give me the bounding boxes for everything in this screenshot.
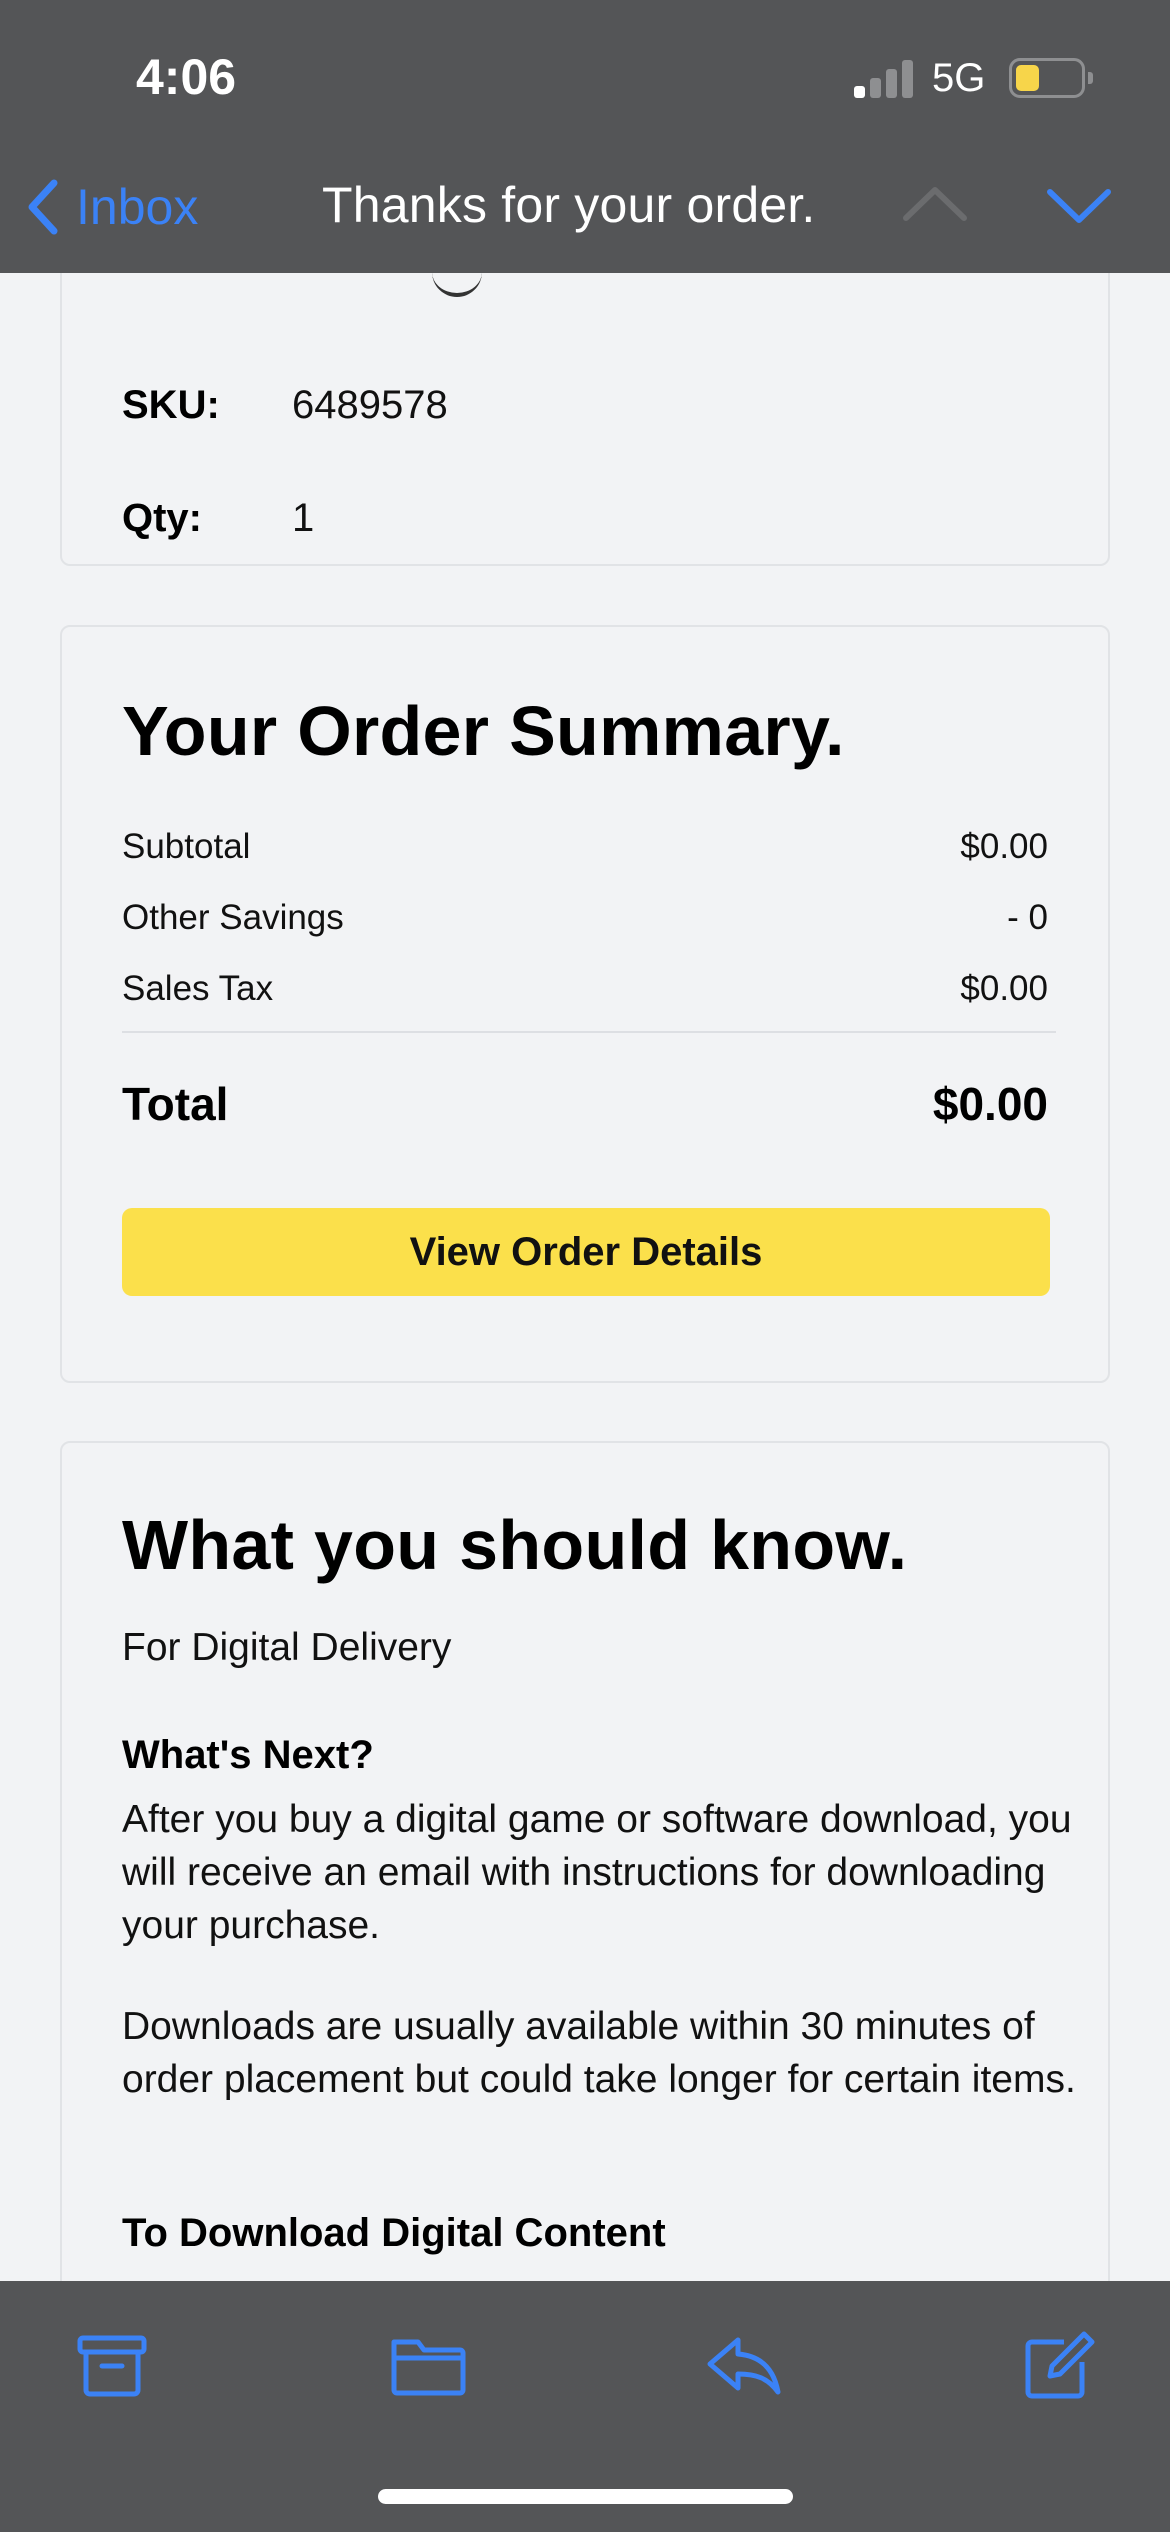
battery-low-icon	[1009, 58, 1093, 98]
what-you-should-know-card: What you should know. For Digital Delive…	[60, 1441, 1110, 2281]
reply-icon	[704, 2337, 784, 2404]
home-indicator[interactable]	[378, 2489, 793, 2504]
archive-icon	[72, 2335, 152, 2404]
move-to-folder-button[interactable]	[388, 2330, 468, 2400]
sales-tax-label: Sales Tax	[122, 969, 274, 1008]
view-order-details-button[interactable]: View Order Details	[122, 1208, 1050, 1296]
network-type: 5G	[932, 56, 986, 100]
qty-value: 1	[292, 496, 315, 540]
qty-label: Qty:	[122, 496, 202, 540]
order-summary-heading: Your Order Summary.	[122, 692, 845, 770]
cellular-signal-icon	[854, 58, 916, 98]
subtotal-value: $0.00	[960, 827, 1048, 866]
sku-value: 6489578	[292, 383, 448, 427]
email-body[interactable]: SKU: 6489578 Qty: 1 Your Order Summary. …	[0, 273, 1170, 2281]
status-time: 4:06	[136, 49, 237, 105]
subtotal-label: Subtotal	[122, 827, 251, 866]
total-label: Total	[122, 1078, 229, 1130]
whats-next-heading: What's Next?	[122, 1733, 374, 1777]
summary-divider	[122, 1031, 1056, 1033]
chevron-left-icon	[22, 177, 62, 237]
top-bar: 4:06 5G Inbox Thanks for your order.	[0, 0, 1170, 273]
next-message-button[interactable]	[1044, 180, 1114, 230]
compose-icon	[1020, 2331, 1100, 2404]
other-savings-label: Other Savings	[122, 898, 344, 937]
reply-button[interactable]	[704, 2330, 784, 2400]
compose-button[interactable]	[1020, 2330, 1100, 2400]
chevron-up-icon	[900, 187, 970, 234]
previous-message-button[interactable]	[900, 180, 970, 230]
back-to-inbox-button[interactable]: Inbox	[22, 172, 198, 242]
what-you-should-know-heading: What you should know.	[122, 1506, 908, 1584]
other-savings-value: - 0	[1007, 898, 1048, 937]
total-value: $0.00	[932, 1078, 1048, 1130]
message-subject: Thanks for your order.	[322, 177, 816, 233]
chevron-down-icon	[1044, 189, 1114, 234]
sales-tax-value: $0.00	[960, 969, 1048, 1008]
back-label: Inbox	[76, 179, 199, 235]
order-summary-card: Your Order Summary. Subtotal $0.00 Other…	[60, 625, 1110, 1383]
digital-delivery-intro: For Digital Delivery	[122, 1626, 452, 1669]
cropped-text-fragment	[432, 273, 482, 297]
sku-label: SKU:	[122, 383, 220, 427]
folder-icon	[388, 2339, 468, 2404]
download-timing-paragraph: Downloads are usually available within 3…	[122, 2005, 1076, 2101]
product-details-card: SKU: 6489578 Qty: 1	[60, 273, 1110, 566]
whats-next-paragraph: After you buy a digital game or software…	[122, 1798, 1072, 1947]
download-digital-content-heading: To Download Digital Content	[122, 2211, 666, 2255]
archive-button[interactable]	[72, 2330, 152, 2400]
